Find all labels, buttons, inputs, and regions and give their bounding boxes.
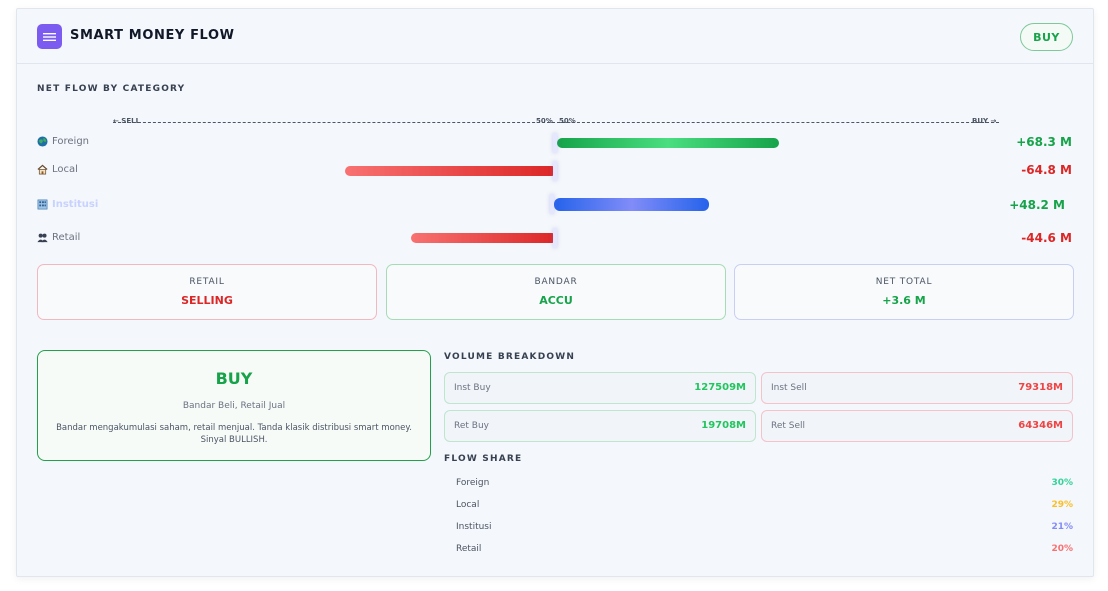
- volume-item-inst-buy: Inst Buy 127509M: [444, 372, 756, 404]
- volume-item-label: Inst Sell: [771, 383, 807, 393]
- signal-badge-button[interactable]: BUY: [1020, 23, 1073, 51]
- flow-bar-local: [345, 166, 557, 176]
- signal-value: BUY: [215, 369, 253, 388]
- flow-share-item-local: Local 29%: [456, 500, 1073, 514]
- flow-row-label-retail: Retail: [37, 232, 80, 243]
- flow-share-section-label: FLOW SHARE: [444, 454, 523, 464]
- flow-bar-retail: [411, 233, 557, 243]
- volume-item-label: Ret Sell: [771, 421, 806, 431]
- signal-description: Bandar mengakumulasi saham, retail menju…: [56, 423, 412, 445]
- flow-row-label-text: Local: [52, 164, 78, 175]
- net-total-stat-value: +3.6 M: [882, 294, 926, 307]
- flow-value-institusi: +48.2 M: [1009, 198, 1065, 212]
- volume-item-ret-buy: Ret Buy 19708M: [444, 410, 756, 442]
- flow-share-item-foreign: Foreign 30%: [456, 478, 1073, 492]
- flow-share-label: Institusi: [456, 522, 492, 532]
- flow-center-marker: [553, 133, 557, 153]
- volume-item-value: 19708M: [701, 420, 746, 431]
- flow-bar-institusi: [554, 198, 709, 211]
- volume-item-value: 64346M: [1018, 420, 1063, 431]
- flow-share-value: 29%: [1051, 500, 1073, 510]
- flow-share-item-retail: Retail 20%: [456, 544, 1073, 558]
- bandar-stat-card: BANDAR ACCU: [386, 264, 726, 320]
- retail-stat-label: RETAIL: [189, 277, 225, 287]
- volume-item-value: 79318M: [1018, 382, 1063, 393]
- net-total-stat-label: NET TOTAL: [875, 277, 933, 287]
- flow-center-marker: [553, 228, 557, 248]
- flow-share-value: 30%: [1051, 478, 1073, 488]
- flow-row-label-institusi: Institusi: [37, 199, 98, 210]
- building-icon: [37, 199, 48, 210]
- flow-share-label: Local: [456, 500, 480, 510]
- flow-share-label: Foreign: [456, 478, 490, 488]
- flow-share-item-institusi: Institusi 21%: [456, 522, 1073, 536]
- volume-item-label: Inst Buy: [454, 383, 491, 393]
- volume-item-ret-sell: Ret Sell 64346M: [761, 410, 1073, 442]
- flow-bar-foreign: [557, 138, 779, 148]
- flow-value-foreign: +68.3 M: [1016, 135, 1072, 149]
- flow-center-marker: [553, 161, 557, 181]
- volume-item-value: 127509M: [694, 382, 746, 393]
- card-header: SMART MONEY FLOW BUY: [17, 9, 1093, 64]
- volume-item-label: Ret Buy: [454, 421, 489, 431]
- volume-item-inst-sell: Inst Sell 79318M: [761, 372, 1073, 404]
- bandar-stat-label: BANDAR: [534, 277, 578, 287]
- retail-stat-card: RETAIL SELLING: [37, 264, 377, 320]
- flow-row-label-local: Local: [37, 164, 78, 175]
- net-total-stat-card: NET TOTAL +3.6 M: [734, 264, 1074, 320]
- people-icon: [37, 233, 48, 243]
- retail-stat-value: SELLING: [181, 294, 233, 307]
- volume-section-label: VOLUME BREAKDOWN: [444, 352, 576, 362]
- net-flow-section-label: NET FLOW BY CATEGORY: [37, 84, 186, 94]
- menu-lines-icon: [37, 24, 62, 49]
- flow-share-label: Retail: [456, 544, 482, 554]
- flow-row-label-text: Foreign: [52, 136, 90, 147]
- house-icon: [37, 164, 48, 175]
- axis-divider: [113, 122, 999, 123]
- bandar-stat-value: ACCU: [539, 294, 573, 307]
- flow-value-local: -64.8 M: [1021, 163, 1072, 177]
- signal-subtitle: Bandar Beli, Retail Jual: [182, 401, 286, 411]
- globe-icon: [37, 136, 48, 147]
- card-title: SMART MONEY FLOW: [70, 28, 235, 43]
- flow-row-label-foreign: Foreign: [37, 136, 89, 147]
- signal-panel: BUY Bandar Beli, Retail Jual Bandar meng…: [37, 350, 431, 461]
- flow-value-retail: -44.6 M: [1021, 231, 1072, 245]
- flow-row-label-text: Institusi: [52, 199, 99, 210]
- smart-money-flow-card: SMART MONEY FLOW BUY NET FLOW BY CATEGOR…: [16, 8, 1094, 577]
- flow-center-marker: [550, 194, 554, 214]
- flow-share-value: 21%: [1051, 522, 1073, 532]
- flow-row-label-text: Retail: [52, 232, 81, 243]
- flow-share-value: 20%: [1051, 544, 1073, 554]
